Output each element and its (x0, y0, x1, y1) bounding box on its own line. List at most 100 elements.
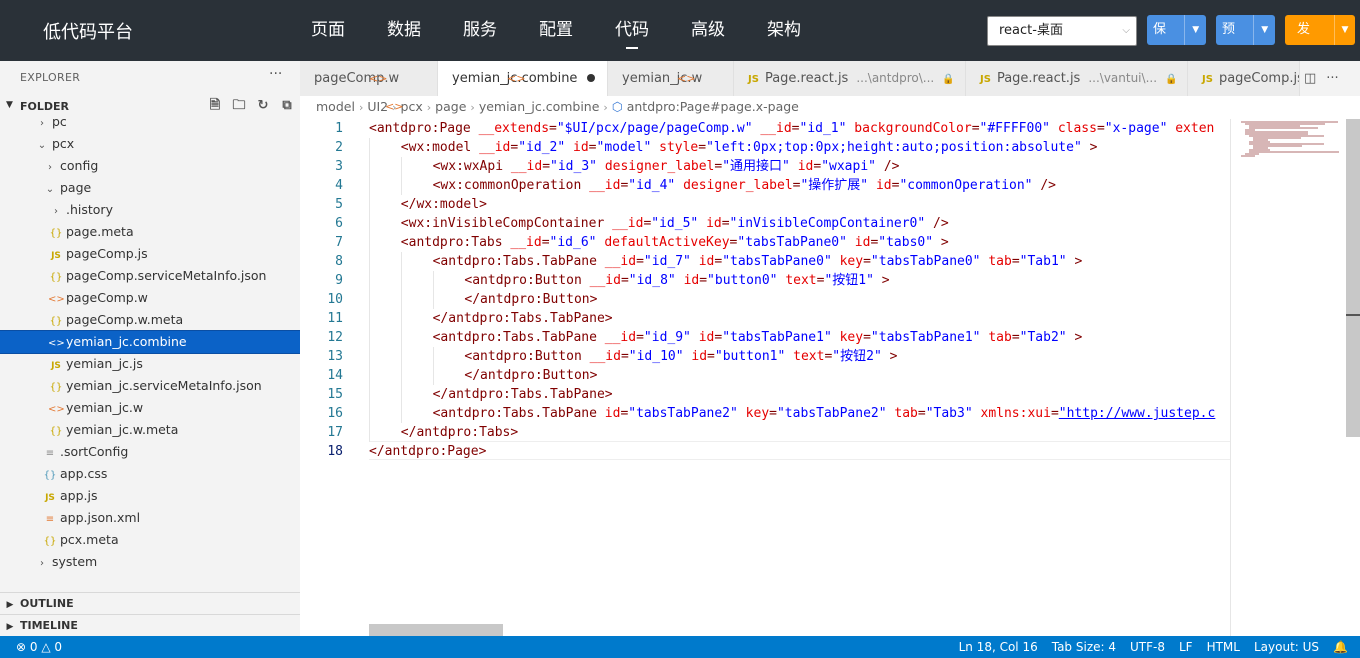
tree-item[interactable]: JS app.js (0, 485, 300, 507)
breadcrumb-item[interactable]: pcx (401, 99, 423, 114)
tree-item[interactable]: {} app.css (0, 463, 300, 485)
save-button[interactable]: 保存 ▼ (1147, 15, 1206, 45)
new-folder-icon[interactable]: 🗀 (230, 96, 248, 116)
tree-item-label: yemian_jc.w (66, 400, 144, 415)
code-text: <antdpro:Tabs __id="id_6" defaultActiveK… (401, 233, 949, 252)
nav-item-4[interactable]: 代码 (594, 0, 670, 61)
code-line: 6 <wx:inVisibleCompContainer __id = "id_5" … (300, 214, 1230, 233)
tree-item[interactable]: <>yemian_jc.combine (0, 330, 300, 354)
tab-2[interactable]: <> yemian_jc.w (608, 61, 734, 96)
code-token: "id_8" (628, 273, 684, 288)
breadcrumb-item[interactable]: antdpro:Page#page.x-page (627, 99, 799, 114)
code-token: </antdpro:Tabs.TabPane> (432, 311, 613, 326)
tab-0[interactable]: <> pageComp.w (300, 61, 438, 96)
publish-dropdown-icon[interactable]: ▼ (1333, 15, 1355, 45)
code-token: = (813, 159, 822, 174)
tree-item[interactable]: › system (0, 551, 300, 573)
tree-item[interactable]: JS pageComp.js (0, 243, 300, 265)
tree-item[interactable]: ≡ app.json.xml (0, 507, 300, 529)
new-file-icon[interactable]: 🗎 (206, 96, 224, 116)
tree-item-label: app.css (60, 466, 108, 481)
code-token: "Tab2" (1019, 330, 1075, 345)
timeline-section-header[interactable]: ▶ TIMELINE (0, 614, 300, 636)
more-icon[interactable]: ··· (269, 66, 282, 82)
js-file-icon: JS (51, 251, 61, 261)
breadcrumb-item[interactable]: yemian_jc.combine (479, 99, 600, 114)
tree-item[interactable]: <>pageComp.w (0, 287, 300, 309)
nav-item-1[interactable]: 数据 (366, 0, 442, 61)
tree-item[interactable]: ⌄ pcx (0, 133, 300, 155)
tab-3[interactable]: JS Page.react.js ...\antdpro\... 🔒 (734, 61, 966, 96)
indent-guide (369, 290, 370, 309)
line-number: 8 (335, 254, 343, 269)
nav-item-3[interactable]: 配置 (518, 0, 594, 61)
tab-1[interactable]: <> yemian_jc.combine (438, 61, 608, 96)
tree-item-label: pageComp.w.meta (66, 312, 184, 327)
file-tree: › pc ⌄ pcx › config ⌄ page › .history{} page.meta J… (0, 117, 300, 588)
split-editor-icon[interactable]: ◫ (1304, 71, 1316, 86)
tree-item[interactable]: › config (0, 155, 300, 177)
code-token: id (573, 140, 589, 155)
more-icon[interactable]: ··· (1326, 71, 1338, 86)
folder-section-header[interactable]: ▼ FOLDER 🗎 🗀 ↻ ⧉ (0, 96, 300, 118)
tree-item[interactable]: {} pageComp.serviceMetaInfo.json (0, 265, 300, 287)
problems-indicator[interactable]: ⊗ 0 △ 0 (16, 636, 62, 658)
nav-item-2[interactable]: 服务 (442, 0, 518, 61)
tree-item[interactable]: {} yemian_jc.w.meta (0, 419, 300, 441)
code-text: <antdpro:Tabs.TabPane __id="id_7" id="ta… (433, 252, 1083, 271)
tab-size[interactable]: Tab Size: 4 (1052, 636, 1116, 658)
tree-item[interactable]: {} page.meta (0, 221, 300, 243)
lock-icon: 🔒 (942, 74, 955, 85)
code-line: 9 <antdpro:Button __id="id_8" id="button0… (300, 271, 1230, 290)
code-token: id (875, 178, 892, 193)
code-token: "wxapi" (821, 159, 884, 174)
nav-item-0[interactable]: 页面 (290, 0, 366, 61)
breadcrumb-item[interactable]: model (316, 99, 355, 114)
code-token: id (683, 273, 700, 288)
tree-item[interactable]: {} pageComp.w.meta (0, 309, 300, 331)
indent-guide (432, 347, 434, 366)
cursor-position[interactable]: Ln 18, Col 16 (959, 636, 1038, 658)
tab-4[interactable]: JS Page.react.js ...\vantui\... 🔒 (966, 61, 1188, 96)
keyboard-layout[interactable]: Layout: US (1254, 636, 1319, 658)
code-token: <antdpro:Button (464, 273, 590, 288)
preview-button-label: 预览 (1222, 22, 1236, 37)
preview-dropdown-icon[interactable]: ▼ (1253, 15, 1275, 45)
tree-item[interactable]: ⌄ page (0, 177, 300, 199)
publish-button[interactable]: 发布 ▼ (1285, 15, 1355, 45)
nav-item-6[interactable]: 架构 (746, 0, 822, 61)
code-line: 4 <wx:commonOperation __id="id_4" designe… (300, 176, 1230, 195)
tree-item[interactable]: JS yemian_jc.js (0, 353, 300, 375)
tree-item[interactable]: {} yemian_jc.serviceMetaInfo.json (0, 375, 300, 397)
code-token: tab (894, 406, 918, 421)
tab-5[interactable]: JS pageComp.js (1188, 61, 1300, 96)
tree-item[interactable]: ≡ .sortConfig (0, 441, 300, 463)
code-token: "tabsTabPane0" (722, 254, 840, 269)
minimap[interactable] (1230, 119, 1346, 636)
tree-item[interactable]: › .history (0, 199, 300, 221)
collapse-all-icon[interactable]: ⧉ (278, 96, 296, 116)
outline-section-header[interactable]: ▶ OUTLINE (0, 592, 300, 614)
horizontal-scrollbar[interactable] (369, 624, 503, 636)
tree-item[interactable]: {} pcx.meta (0, 529, 300, 551)
encoding[interactable]: UTF-8 (1130, 636, 1165, 658)
line-number: 1 (335, 121, 343, 136)
tree-item[interactable]: › pc (0, 117, 300, 133)
tree-item[interactable]: <>yemian_jc.w (0, 397, 300, 419)
save-dropdown-icon[interactable]: ▼ (1184, 15, 1206, 45)
code-token: = (1011, 330, 1020, 345)
js-file-icon: JS (45, 493, 55, 503)
refresh-icon[interactable]: ↻ (254, 96, 272, 116)
language-mode[interactable]: HTML (1207, 636, 1240, 658)
mode-select[interactable]: react-桌面 ⌵ (987, 16, 1137, 46)
preview-button[interactable]: 预览 ▼ (1216, 15, 1275, 45)
unsaved-dot-icon[interactable] (587, 74, 596, 82)
code-editor[interactable]: 1 <antdpro:Page __extends="$UI/pcx/page/p… (300, 119, 1230, 636)
vertical-scrollbar-thumb[interactable] (1346, 119, 1360, 437)
end-of-line[interactable]: LF (1179, 636, 1193, 658)
nav-item-5[interactable]: 高级 (670, 0, 746, 61)
bell-icon[interactable]: 🔔 (1333, 636, 1348, 658)
breadcrumb-item[interactable]: page (435, 99, 466, 114)
code-token: "tabsTabPane0" (737, 235, 855, 250)
css-file-icon: {} (43, 470, 57, 481)
